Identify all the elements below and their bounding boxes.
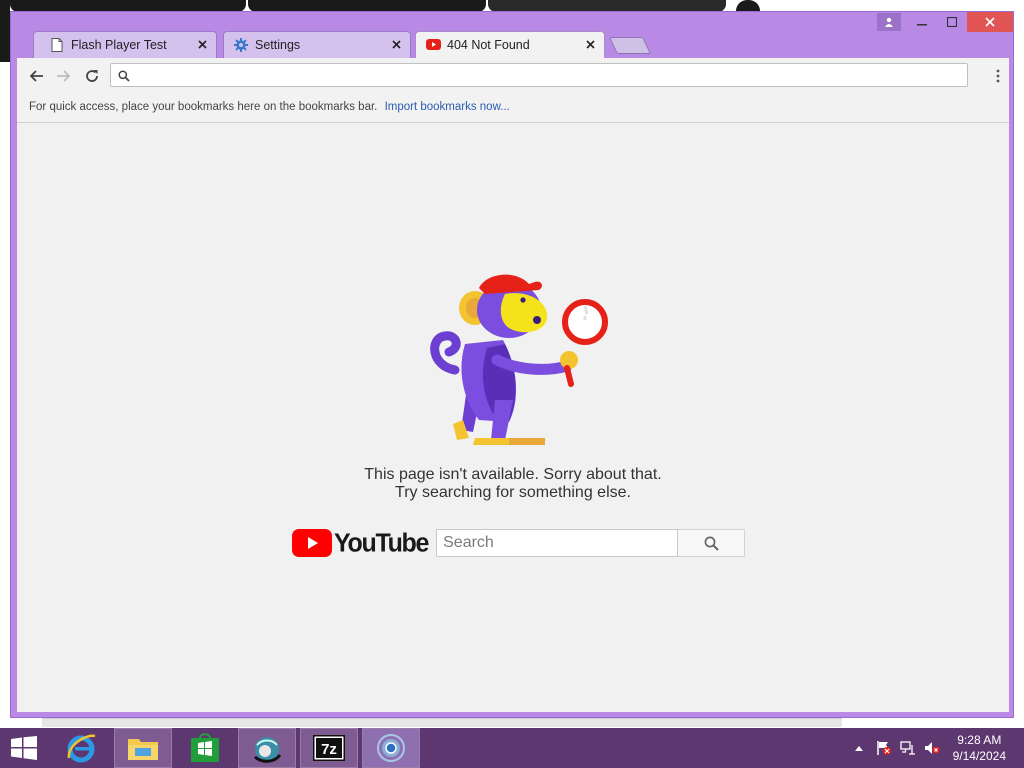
- taskbar-chrome[interactable]: [362, 728, 420, 768]
- chrome-icon: [377, 734, 405, 762]
- globe-icon: [254, 737, 282, 763]
- tab-close-button[interactable]: [195, 38, 209, 52]
- tab-close-button[interactable]: [583, 38, 597, 52]
- clock-date: 9/14/2024: [952, 749, 1006, 763]
- bookmarks-bar: For quick access, place your bookmarks h…: [17, 94, 1009, 123]
- page-icon: [49, 37, 65, 53]
- youtube-search-button[interactable]: [678, 529, 746, 557]
- arrow-left-icon: [29, 70, 43, 82]
- volume-muted-icon[interactable]: [924, 740, 940, 756]
- taskbar-internet-explorer[interactable]: [52, 728, 110, 768]
- more-vert-icon: [996, 69, 1000, 83]
- youtube-wordmark: YouTube: [334, 527, 429, 558]
- tab-settings[interactable]: Settings: [217, 31, 417, 58]
- minimize-button[interactable]: [907, 12, 937, 32]
- tab-title: Flash Player Test: [71, 37, 167, 52]
- omnibox[interactable]: [110, 63, 968, 87]
- store-icon: [191, 733, 219, 762]
- taskbar-windows-store[interactable]: [176, 728, 234, 768]
- reload-icon: [86, 70, 98, 82]
- close-icon: [391, 40, 401, 49]
- error-message-line2: Try searching for something else.: [395, 484, 631, 501]
- browser-toolbar: [17, 58, 1009, 95]
- minimize-icon: [917, 24, 927, 26]
- taskbar-network-app[interactable]: [238, 728, 296, 768]
- search-icon: [118, 69, 130, 87]
- menu-button[interactable]: [991, 65, 1005, 87]
- show-hidden-icons-button[interactable]: [852, 745, 866, 751]
- tab-close-button[interactable]: [389, 38, 403, 52]
- svg-text:7z: 7z: [321, 741, 337, 758]
- windows-logo-icon: [11, 736, 37, 760]
- tab-content: Flash Player Test: [27, 37, 223, 53]
- tab-flash-player-test[interactable]: Flash Player Test: [27, 31, 223, 58]
- clock-time: 9:28 AM: [957, 733, 1002, 747]
- search-icon: [704, 536, 719, 551]
- taskbar-file-explorer[interactable]: [114, 728, 172, 768]
- address-input[interactable]: [137, 66, 961, 86]
- close-window-button[interactable]: [967, 12, 1013, 32]
- person-icon: [885, 17, 893, 27]
- new-tab-button[interactable]: [609, 37, 651, 54]
- gear-icon: [233, 37, 249, 53]
- tab-title: Settings: [255, 37, 301, 52]
- youtube-search-row: YouTube: [292, 527, 746, 558]
- background-window-edge: [42, 718, 842, 727]
- browser-window: Flash Player Test Settings 404 Not Found: [10, 11, 1014, 718]
- reload-button[interactable]: [81, 65, 103, 87]
- folder-icon: [128, 739, 158, 760]
- bookmarks-hint: For quick access, place your bookmarks h…: [29, 101, 378, 113]
- maximize-button[interactable]: [937, 12, 967, 32]
- tab-404-not-found[interactable]: 404 Not Found: [409, 31, 611, 58]
- maximize-icon: [947, 17, 957, 27]
- tab-title: 404 Not Found: [447, 37, 530, 52]
- taskbar-clock[interactable]: 9:28 AM 9/14/2024: [953, 732, 1006, 764]
- youtube-play-icon: [292, 529, 332, 557]
- tab-content: Settings: [217, 37, 417, 53]
- youtube-search-input[interactable]: [437, 530, 678, 556]
- chevron-up-icon: [855, 746, 863, 751]
- internet-explorer-icon: [67, 734, 96, 763]
- background-window-edge: [0, 0, 10, 62]
- forward-button[interactable]: [53, 65, 75, 87]
- window-controls: [877, 12, 1013, 32]
- youtube-favicon-icon: [425, 37, 441, 53]
- monkey-illustration: [430, 274, 608, 445]
- arrow-right-icon: [57, 70, 71, 82]
- tab-content: 404 Not Found: [409, 37, 611, 53]
- taskbar: 7z 9:28 AM 9/14/2024: [0, 728, 1024, 768]
- profile-button[interactable]: [877, 13, 901, 31]
- network-icon[interactable]: [900, 740, 916, 756]
- import-bookmarks-link[interactable]: Import bookmarks now...: [385, 101, 510, 113]
- taskbar-7zip[interactable]: 7z: [300, 728, 358, 768]
- youtube-search-box[interactable]: [436, 529, 679, 557]
- back-button[interactable]: [25, 65, 47, 87]
- page-content: This page isn't available. Sorry about t…: [17, 123, 1009, 712]
- close-icon: [985, 17, 995, 27]
- bookmarks-bar-text: For quick access, place your bookmarks h…: [29, 101, 510, 113]
- error-message-line1: This page isn't available. Sorry about t…: [364, 466, 662, 483]
- close-icon: [197, 40, 207, 49]
- close-icon: [585, 40, 595, 49]
- start-button[interactable]: [0, 728, 48, 768]
- 7zip-icon: 7z: [313, 735, 345, 761]
- youtube-logo[interactable]: YouTube: [292, 527, 429, 558]
- system-tray: [852, 728, 940, 768]
- action-center-icon[interactable]: [876, 740, 892, 756]
